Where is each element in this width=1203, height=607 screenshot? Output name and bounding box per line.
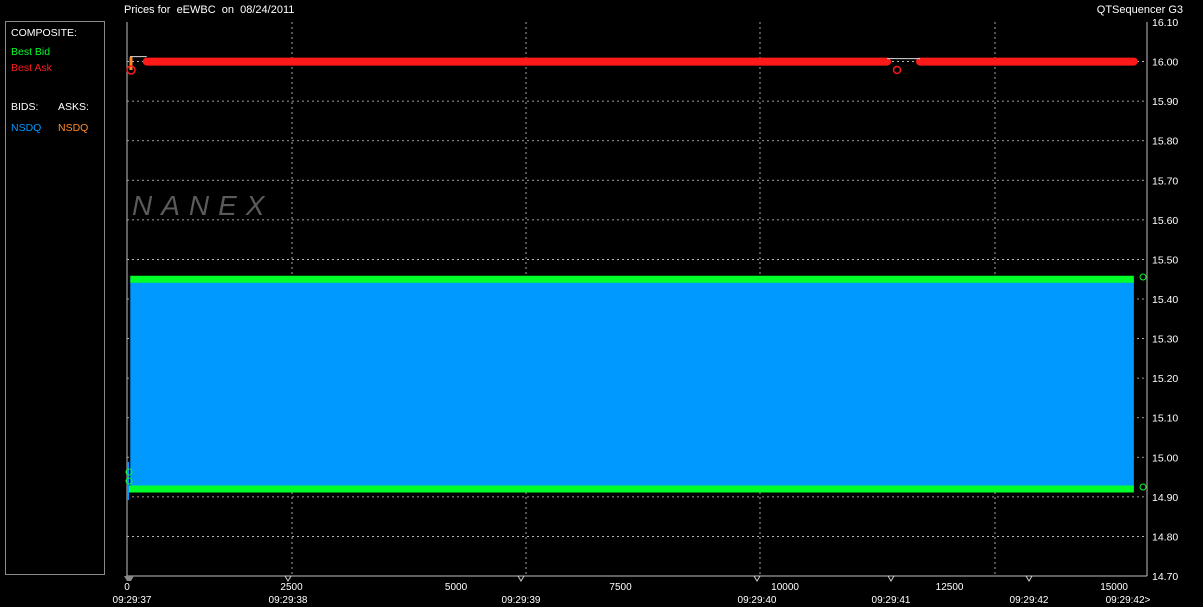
time-marker <box>1025 575 1033 582</box>
x-tick-label: 12500 <box>936 582 964 593</box>
time-label: 09:29:39 <box>502 595 541 606</box>
x-tick-label: 2500 <box>280 582 303 593</box>
y-tick-label: 15.20 <box>1152 373 1178 385</box>
time-label: 09:29:42 <box>1010 595 1049 606</box>
best-bid-end-marker <box>1139 483 1147 491</box>
best-ask-mid-marker <box>892 65 902 75</box>
y-tick-label: 15.00 <box>1152 452 1178 464</box>
x-tick-label: 7500 <box>609 582 632 593</box>
watermark-text: NANEX <box>132 190 273 221</box>
nsdq-bid-fill <box>130 279 1134 489</box>
y-tick-label: 14.70 <box>1152 571 1178 583</box>
y-tick-label: 15.80 <box>1152 136 1178 148</box>
y-tick-label: 14.90 <box>1152 492 1178 504</box>
x-tick-label: 10000 <box>771 582 799 593</box>
y-tick-label: 15.90 <box>1152 96 1178 108</box>
start-marker <box>124 576 134 581</box>
time-label: 09:29:42> <box>1106 595 1151 606</box>
y-tick-label: 15.40 <box>1152 294 1178 306</box>
time-label: 09:29:41 <box>872 595 911 606</box>
y-tick-label: 15.30 <box>1152 334 1178 346</box>
x-tick-label: 0 <box>124 582 130 593</box>
y-tick-label: 15.50 <box>1152 254 1178 266</box>
time-label: 09:29:40 <box>738 595 777 606</box>
time-marker <box>284 575 292 582</box>
time-label: 09:29:38 <box>269 595 308 606</box>
y-tick-label: 15.10 <box>1152 413 1178 425</box>
time-label: 09:29:37 <box>113 595 152 606</box>
time-marker <box>517 575 525 582</box>
time-marker <box>887 575 895 582</box>
y-tick-label: 15.60 <box>1152 215 1178 227</box>
y-tick-label: 16.10 <box>1152 17 1178 29</box>
y-tick-label: 15.70 <box>1152 175 1178 187</box>
x-tick-label: 15000 <box>1100 582 1128 593</box>
best-bid-end-marker <box>1139 273 1147 281</box>
y-tick-label: 16.00 <box>1152 57 1178 69</box>
time-marker <box>753 575 761 582</box>
y-tick-label: 14.80 <box>1152 531 1178 543</box>
price-chart: NANEX 16.10 16.00 15.90 15.80 15.70 15.60 15.50… <box>113 17 1179 606</box>
x-tick-label: 5000 <box>445 582 468 593</box>
